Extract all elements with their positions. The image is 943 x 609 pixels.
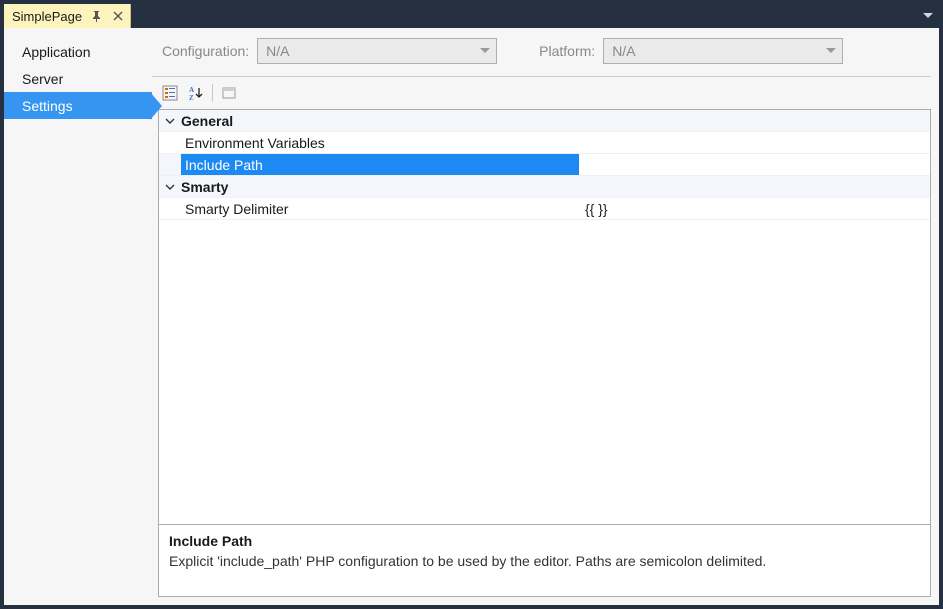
configuration-combo[interactable]: N/A [257, 38, 497, 64]
property-help-box: Include Path Explicit 'include_path' PHP… [159, 524, 930, 596]
property-row-environment-variables[interactable]: Environment Variables [159, 132, 930, 154]
property-value[interactable] [579, 154, 930, 175]
property-name: Environment Variables [185, 135, 325, 151]
chevron-down-icon[interactable] [159, 176, 181, 198]
property-name: Include Path [185, 157, 263, 173]
help-title: Include Path [169, 533, 920, 549]
property-pages-button[interactable] [217, 82, 241, 104]
tab-overflow-menu-icon[interactable] [923, 4, 933, 28]
property-value[interactable] [579, 132, 930, 153]
sidebar-item-server[interactable]: Server [4, 65, 152, 92]
close-icon[interactable] [111, 10, 124, 23]
property-grid[interactable]: General Environment Variables Inc [159, 110, 930, 524]
svg-text:A: A [189, 86, 194, 94]
toolbar-separator [212, 84, 213, 102]
category-sidebar: Application Server Settings [4, 28, 152, 605]
configuration-value: N/A [266, 43, 289, 59]
configuration-label: Configuration: [162, 43, 249, 59]
platform-label: Platform: [539, 43, 595, 59]
sidebar-item-settings[interactable]: Settings [4, 92, 152, 119]
category-label: Smarty [181, 179, 228, 195]
property-row-include-path[interactable]: Include Path [159, 154, 930, 176]
platform-value: N/A [612, 43, 635, 59]
property-grid-panel: General Environment Variables Inc [158, 109, 931, 597]
property-value[interactable]: {{ }} [579, 198, 930, 219]
document-tab-strip: SimplePage [4, 4, 939, 28]
sidebar-item-label: Application [22, 44, 91, 60]
document-tab-title: SimplePage [12, 9, 82, 24]
category-row-general[interactable]: General [159, 110, 930, 132]
alphabetical-view-button[interactable]: A Z [184, 82, 208, 104]
help-description: Explicit 'include_path' PHP configuratio… [169, 553, 920, 569]
chevron-down-icon [480, 48, 490, 54]
property-row-smarty-delimiter[interactable]: Smarty Delimiter {{ }} [159, 198, 930, 220]
sidebar-item-application[interactable]: Application [4, 38, 152, 65]
document-tab[interactable]: SimplePage [4, 4, 131, 28]
category-row-smarty[interactable]: Smarty [159, 176, 930, 198]
category-label: General [181, 113, 233, 129]
svg-text:Z: Z [189, 94, 194, 101]
sidebar-item-label: Server [22, 71, 63, 87]
chevron-down-icon[interactable] [159, 110, 181, 132]
property-name: Smarty Delimiter [185, 201, 288, 217]
platform-combo[interactable]: N/A [603, 38, 843, 64]
editor-window: SimplePage Application Server [0, 0, 943, 609]
configuration-bar: Configuration: N/A Platform: N/A [152, 28, 931, 76]
sidebar-item-label: Settings [22, 98, 73, 114]
pin-icon[interactable] [90, 10, 103, 23]
property-grid-toolbar: A Z [158, 80, 931, 106]
chevron-down-icon [826, 48, 836, 54]
